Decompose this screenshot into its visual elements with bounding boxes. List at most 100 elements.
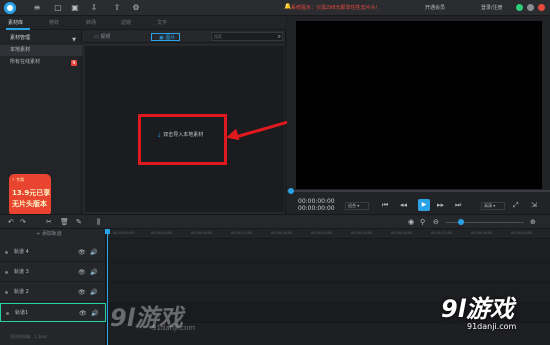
ruler-tick: 00:00:12:00 — [231, 231, 253, 235]
library-header[interactable]: 素材管理 ▼ — [0, 33, 82, 43]
aspect-fit-select[interactable]: 适合 ▾ — [345, 202, 369, 210]
eye-icon[interactable]: 👁 — [79, 304, 87, 323]
search-icon[interactable]: ⌕ — [278, 33, 281, 40]
split-icon[interactable]: ⫼ — [97, 218, 100, 226]
watermark-right-url: 91danji.com — [467, 322, 517, 331]
bell-icon: 🔔 — [284, 3, 292, 10]
redo-icon[interactable]: ↷ — [20, 218, 26, 226]
snapshot-icon[interactable]: ◉ — [408, 218, 414, 226]
add-track-label: 添加轨道 — [41, 231, 62, 237]
add-track-button[interactable]: + 添加轨道 — [0, 229, 106, 239]
volume-icon[interactable]: 🔊 — [90, 283, 97, 302]
library-header-label: 素材管理 — [10, 35, 31, 41]
preview-progress-bar[interactable] — [287, 188, 550, 194]
promo-line-1: ⚡ 专属 — [12, 177, 25, 182]
playhead-handle[interactable] — [105, 229, 110, 234]
volume-icon[interactable]: 🔊 — [91, 304, 98, 323]
upload-icon[interactable]: ⇧ — [112, 3, 122, 13]
play-button[interactable]: ▶ — [418, 199, 430, 211]
promo-line-3: 无片头版本 — [12, 200, 47, 208]
eye-icon[interactable]: 👁 — [78, 263, 86, 282]
zoom-out-icon[interactable]: ⊖ — [433, 218, 439, 226]
tab-effects[interactable]: 特效 — [49, 19, 59, 26]
tab-transitions[interactable]: 转场 — [86, 19, 96, 26]
track-header[interactable]: 轨道 4 👁 🔊 — [0, 243, 106, 262]
ruler-tick: 00:00:08:00 — [191, 231, 213, 235]
zoom-slider-knob[interactable] — [458, 219, 464, 225]
subtab-video-label: 视频 — [100, 34, 111, 40]
export-icon[interactable]: ⇩ — [89, 3, 99, 13]
undo-icon[interactable]: ↶ — [8, 218, 14, 226]
timecode-display: 00:00:00:00 00:00:00:00 — [298, 198, 335, 212]
ruler-tick: 00:00:00:00 — [113, 231, 135, 235]
track-headers: + 添加轨道 轨道 4 👁 🔊 轨道 3 👁 🔊 轨道 2 👁 🔊 轨道1 👁 … — [0, 229, 106, 345]
library-item-online[interactable]: 所有在线素材 N — [0, 57, 82, 68]
edit-icon[interactable]: ✎ — [76, 218, 82, 226]
track-dot-icon — [5, 271, 8, 274]
search-input[interactable]: 搜索 ⌕ — [211, 32, 283, 41]
promo-banner[interactable]: ⚡ 专属 13.9元已享 无片头版本 — [9, 174, 51, 216]
promo-line-2: 13.9元已享 — [12, 189, 51, 197]
panel-tabs: 素材库 特效 转场 滤镜 文字 — [0, 16, 286, 30]
track-label: 轨道 3 — [14, 269, 29, 275]
track-header[interactable]: 轨道 3 👁 🔊 — [0, 263, 106, 282]
app-logo-icon — [4, 2, 16, 14]
menu-icon[interactable]: ≡ — [32, 3, 42, 13]
skip-back-icon[interactable]: ⏮ — [382, 200, 388, 210]
system-notice[interactable]: 系统提示：只需298元即享任性去片头！ — [291, 4, 381, 11]
eye-icon[interactable]: 👁 — [78, 243, 86, 262]
total-time: 00:00:00:00 — [298, 205, 335, 212]
close-button[interactable] — [538, 4, 545, 11]
ruler-tick: 00:00:28:00 — [391, 231, 413, 235]
ruler-tick: 00:00:32:00 — [431, 231, 453, 235]
eye-icon[interactable]: 👁 — [78, 283, 86, 302]
track-dot-icon — [5, 291, 8, 294]
track-header-active[interactable]: 轨道1 👁 🔊 — [0, 303, 106, 322]
highlight-box — [138, 114, 227, 165]
current-time: 00:00:00:00 — [298, 198, 335, 205]
subtab-image-label: 图片 — [165, 35, 176, 41]
delete-icon[interactable]: 🗑 — [60, 218, 69, 226]
watermark-right: 9l游戏 — [441, 295, 514, 323]
progress-knob[interactable] — [288, 188, 294, 194]
vip-link[interactable]: 开通会员 — [425, 4, 445, 11]
new-badge: N — [71, 60, 77, 66]
playhead[interactable] — [107, 229, 108, 345]
ruler-tick: 00:00:04:00 — [151, 231, 173, 235]
tab-library[interactable]: 素材库 — [8, 19, 23, 26]
collapse-icon[interactable]: ⇲ — [531, 200, 537, 210]
track-header[interactable]: 轨道 2 👁 🔊 — [0, 283, 106, 302]
track-label: 轨道1 — [15, 310, 29, 316]
minimize-button[interactable] — [516, 4, 523, 11]
watermark-left-url: 91danji.com — [152, 324, 196, 332]
subtab-video[interactable]: ▭ 视频 — [87, 33, 110, 41]
save-icon[interactable]: ▣ — [70, 3, 80, 13]
quality-select[interactable]: 高清 ▾ — [481, 202, 505, 210]
new-project-icon[interactable]: ▢ — [53, 3, 63, 13]
step-forward-icon[interactable]: ▸▸ — [437, 200, 444, 210]
settings-icon[interactable]: ⚙ — [131, 3, 141, 13]
preview-panel: 00:00:00:00 00:00:00:00 适合 ▾ ⏮ ◂◂ ▶ ▸▸ ⏭… — [287, 16, 550, 214]
active-tab-indicator — [6, 28, 30, 30]
subtab-image[interactable]: ▣ 图片 — [151, 33, 181, 41]
track-lane[interactable] — [107, 243, 550, 263]
maximize-button[interactable] — [527, 4, 534, 11]
skip-forward-icon[interactable]: ⏭ — [455, 200, 461, 210]
marker-icon[interactable]: ⚲ — [420, 218, 425, 226]
timeline-ruler[interactable]: 00:00:00:00 00:00:04:00 00:00:08:00 00:0… — [107, 229, 550, 239]
fullscreen-icon[interactable]: ⤢ — [513, 200, 519, 210]
volume-icon[interactable]: 🔊 — [90, 263, 97, 282]
quality-label: 高清 — [484, 203, 492, 208]
preview-screen — [296, 21, 542, 189]
volume-icon[interactable]: 🔊 — [90, 243, 97, 262]
library-item-local[interactable]: 本地素材 — [0, 45, 82, 56]
tab-filters[interactable]: 滤镜 — [121, 19, 131, 26]
step-back-icon[interactable]: ◂◂ — [400, 200, 407, 210]
track-label: 轨道 4 — [14, 249, 29, 255]
zoom-in-icon[interactable]: ⊕ — [530, 218, 536, 226]
cut-icon[interactable]: ✂ — [46, 218, 52, 226]
ruler-tick: 00:00:40:00 — [511, 231, 533, 235]
track-lane[interactable] — [107, 263, 550, 283]
login-link[interactable]: 登录/注册 — [481, 4, 503, 11]
tab-text[interactable]: 文字 — [157, 19, 167, 26]
